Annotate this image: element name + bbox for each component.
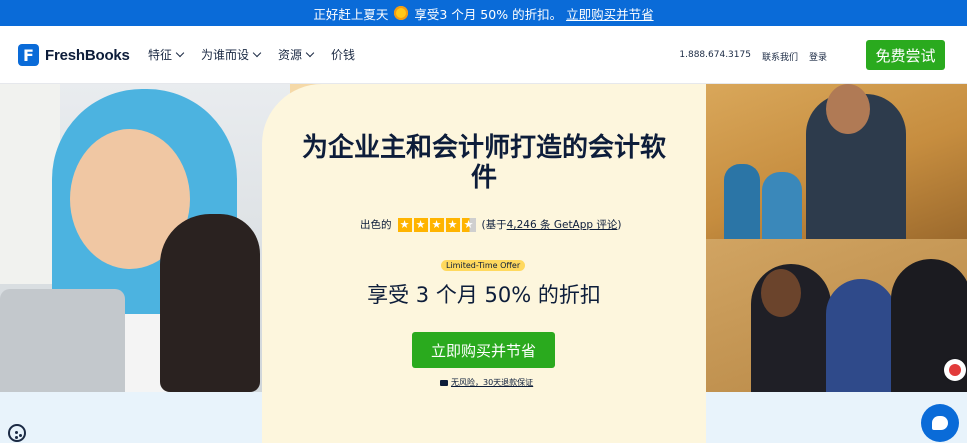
freshbooks-logo[interactable]: F FreshBooks [18,44,130,66]
menu-item-features[interactable]: 特征 [148,46,185,63]
logo-text: FreshBooks [45,46,130,64]
hero-photo-workshop [706,84,967,239]
menu-item-pricing[interactable]: 价钱 [331,46,355,63]
getapp-review-link[interactable]: 4,246 条 GetApp 评论 [507,219,618,231]
star-icon: ★ [397,217,412,232]
utility-nav: 1.888.674.3175 联系我们 登录 [679,50,827,63]
promo-offer-text: 享受3 个月 50% 的折扣。 [414,6,563,22]
menu-item-label: 特征 [148,48,173,62]
main-menu: 特征 为谁而设 资源 价钱 [148,46,355,63]
chevron-down-icon [305,48,315,58]
accessibility-widget-icon[interactable] [944,359,966,381]
guarantee-icon [440,379,448,386]
half-star-icon: ★ [461,217,476,232]
promo-buy-link[interactable]: 立即购买并节省 [566,4,654,23]
rating-label: 出色的 [360,219,392,231]
menu-item-label: 为谁而设 [201,48,250,62]
star-icon: ★ [429,217,444,232]
sun-icon [394,6,409,20]
rating-row: 出色的 ★ ★ ★ ★ ★ (基于4,246 条 GetApp 评论) [360,217,622,232]
chevron-down-icon [252,48,262,58]
hero-title: 为企业主和会计师打造的会计软件 [301,133,666,193]
top-nav: F FreshBooks 特征 为谁而设 资源 价钱 1.888.674.317… [0,26,967,84]
guarantee-link[interactable]: 无风险，30天退款保证 [440,377,533,388]
menu-item-resources[interactable]: 资源 [278,46,315,63]
star-icon: ★ [445,217,460,232]
star-icon: ★ [413,217,428,232]
rating-stars: ★ ★ ★ ★ ★ [397,217,476,232]
promo-text: 正好赶上夏天 [313,6,389,22]
chat-icon [932,416,948,430]
login-link[interactable]: 登录 [809,50,827,63]
freshbooks-logo-icon: F [18,44,39,66]
offer-heading: 享受 3 个月 50% 的折扣 [367,283,601,307]
chat-button[interactable] [921,404,959,442]
hero-photo-team [706,239,967,392]
menu-item-who-its-for[interactable]: 为谁而设 [201,46,262,63]
hero-photo-woman-dog [0,84,290,392]
buy-and-save-button[interactable]: 立即购买并节省 [412,332,555,368]
limited-time-badge: Limited-Time Offer [441,260,526,271]
free-trial-button[interactable]: 免费尝试 [866,40,945,70]
cookie-icon[interactable] [8,424,26,442]
promo-banner: 正好赶上夏天 享受3 个月 50% 的折扣。 立即购买并节省 [0,0,967,26]
chevron-down-icon [175,48,185,58]
review-count: (基于4,246 条 GetApp 评论) [481,219,622,231]
contact-link[interactable]: 联系我们 [762,50,798,63]
guarantee-text: 无风险，30天退款保证 [451,378,534,387]
menu-item-label: 资源 [278,48,303,62]
phone-link[interactable]: 1.888.674.3175 [679,50,751,63]
menu-item-label: 价钱 [331,48,356,62]
